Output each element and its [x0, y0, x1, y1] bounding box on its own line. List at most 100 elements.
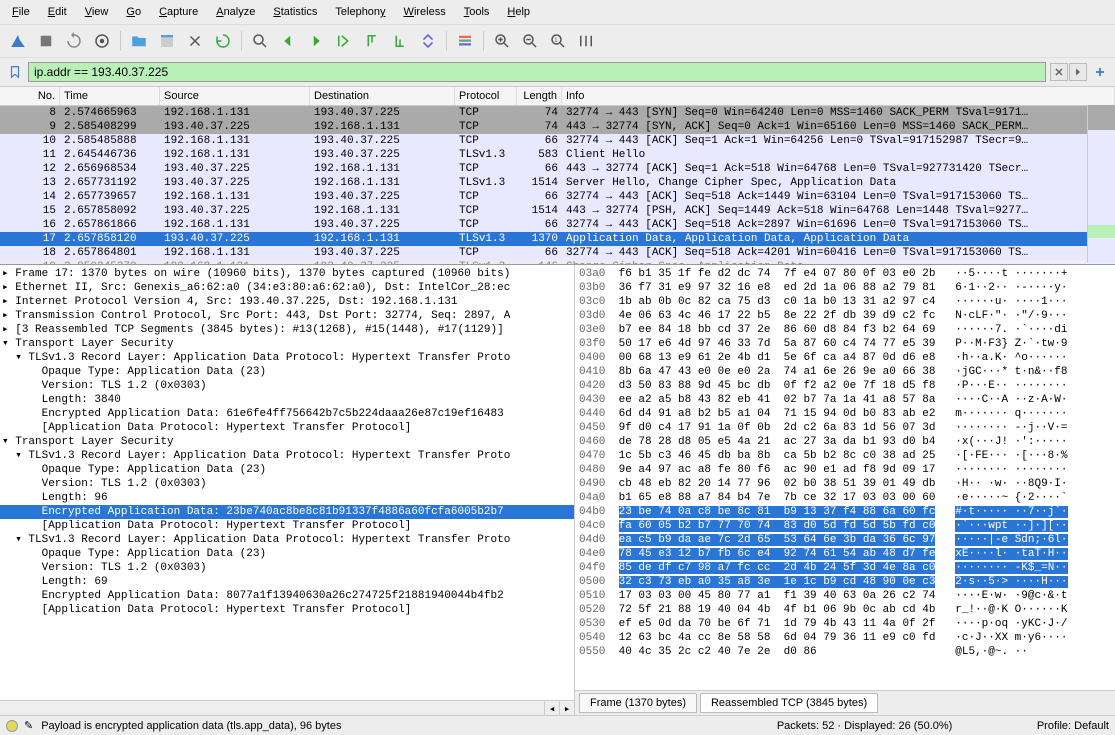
- tree-node[interactable]: ▸ Frame 17: 1370 bytes on wire (10960 bi…: [0, 267, 574, 281]
- stop-capture-button[interactable]: [34, 29, 58, 53]
- colorize-button[interactable]: [453, 29, 477, 53]
- hex-row[interactable]: 0550 40 4c 35 2c c2 40 7e 2e d0 86 @L5,·…: [579, 645, 1111, 659]
- tree-node[interactable]: Encrypted Application Data: 8077a1f13940…: [0, 589, 574, 603]
- go-to-packet-button[interactable]: [332, 29, 356, 53]
- menu-help[interactable]: Help: [499, 3, 538, 21]
- tree-node[interactable]: ▸ [3 Reassembled TCP Segments (3845 byte…: [0, 323, 574, 337]
- hex-row[interactable]: 0450 9f d0 c4 17 91 1a 0f 0b 2d c2 6a 83…: [579, 421, 1111, 435]
- resize-columns-button[interactable]: [574, 29, 598, 53]
- col-no[interactable]: No.: [0, 87, 60, 105]
- tree-node[interactable]: Length: 96: [0, 491, 574, 505]
- shark-fin-icon[interactable]: [6, 29, 30, 53]
- hex-row[interactable]: 03c0 1b ab 0b 0c 82 ca 75 d3 c0 1a b0 13…: [579, 295, 1111, 309]
- expert-info-indicator[interactable]: [6, 720, 18, 732]
- tree-node[interactable]: ▸ Internet Protocol Version 4, Src: 193.…: [0, 295, 574, 309]
- tree-node[interactable]: Length: 3840: [0, 393, 574, 407]
- hex-row[interactable]: 0430 ee a2 a5 b8 43 82 eb 41 02 b7 7a 1a…: [579, 393, 1111, 407]
- tree-node[interactable]: Length: 69: [0, 575, 574, 589]
- display-filter-input[interactable]: [28, 62, 1046, 82]
- go-forward-button[interactable]: [304, 29, 328, 53]
- status-profile[interactable]: Profile: Default: [1037, 720, 1109, 732]
- packet-row[interactable]: 142.657739657192.168.1.131193.40.37.225T…: [0, 190, 1115, 204]
- hex-row[interactable]: 0470 1c 5b c3 46 45 db ba 8b ca 5b b2 8c…: [579, 449, 1111, 463]
- tree-node[interactable]: ▾ TLSv1.3 Record Layer: Application Data…: [0, 449, 574, 463]
- packet-bytes-pane[interactable]: 03a0 f6 b1 35 1f fe d2 dc 74 7f e4 07 80…: [575, 265, 1115, 690]
- hex-row[interactable]: 03f0 50 17 e6 4d 97 46 33 7d 5a 87 60 c4…: [579, 337, 1111, 351]
- hex-row[interactable]: 03a0 f6 b1 35 1f fe d2 dc 74 7f e4 07 80…: [579, 267, 1111, 281]
- filter-apply-button[interactable]: [1069, 63, 1087, 81]
- zoom-out-button[interactable]: [518, 29, 542, 53]
- hex-row[interactable]: 0420 d3 50 83 88 9d 45 bc db 0f f2 a2 0e…: [579, 379, 1111, 393]
- col-info[interactable]: Info: [562, 87, 1115, 105]
- packet-row[interactable]: 172.657858120193.40.37.225192.168.1.131T…: [0, 232, 1115, 246]
- hex-row[interactable]: 04f0 85 de df c7 98 a7 fc cc 2d 4b 24 5f…: [579, 561, 1111, 575]
- capture-options-button[interactable]: [90, 29, 114, 53]
- hex-row[interactable]: 03b0 36 f7 31 e9 97 32 16 e8 ed 2d 1a 06…: [579, 281, 1111, 295]
- hex-row[interactable]: 04e0 78 45 e3 12 b7 fb 6c e4 92 74 61 54…: [579, 547, 1111, 561]
- tree-node[interactable]: ▾ TLSv1.3 Record Layer: Application Data…: [0, 351, 574, 365]
- menu-tools[interactable]: Tools: [456, 3, 498, 21]
- menu-telephony[interactable]: Telephony: [327, 3, 393, 21]
- filter-clear-button[interactable]: [1050, 63, 1068, 81]
- packet-minimap[interactable]: [1087, 105, 1115, 263]
- tree-node[interactable]: ▸ Transmission Control Protocol, Src Por…: [0, 309, 574, 323]
- go-back-button[interactable]: [276, 29, 300, 53]
- restart-capture-button[interactable]: [62, 29, 86, 53]
- zoom-in-button[interactable]: [490, 29, 514, 53]
- hex-row[interactable]: 0460 de 78 28 d8 05 e5 4a 21 ac 27 3a da…: [579, 435, 1111, 449]
- packet-row[interactable]: 152.657858092193.40.37.225192.168.1.131T…: [0, 204, 1115, 218]
- col-len[interactable]: Length: [517, 87, 562, 105]
- tree-node[interactable]: Encrypted Application Data: 23be740ac8be…: [0, 505, 574, 519]
- tree-node[interactable]: ▾ TLSv1.3 Record Layer: Application Data…: [0, 533, 574, 547]
- packet-row[interactable]: 112.645446736192.168.1.131193.40.37.225T…: [0, 148, 1115, 162]
- col-time[interactable]: Time: [60, 87, 160, 105]
- packet-row[interactable]: 102.585485888192.168.1.131193.40.37.225T…: [0, 134, 1115, 148]
- packet-row[interactable]: 182.657864801192.168.1.131193.40.37.225T…: [0, 246, 1115, 260]
- tree-node[interactable]: ▸ Ethernet II, Src: Genexis_a6:62:a0 (34…: [0, 281, 574, 295]
- go-first-button[interactable]: [360, 29, 384, 53]
- hex-row[interactable]: 0480 9e a4 97 ac a8 fe 80 f6 ac 90 e1 ad…: [579, 463, 1111, 477]
- scroll-right-icon[interactable]: ▸: [559, 701, 574, 715]
- tree-node[interactable]: Encrypted Application Data: 61e6fe4ff756…: [0, 407, 574, 421]
- menu-capture[interactable]: Capture: [151, 3, 206, 21]
- tree-node[interactable]: [Application Data Protocol: Hypertext Tr…: [0, 421, 574, 435]
- packet-row[interactable]: 122.656968534193.40.37.225192.168.1.131T…: [0, 162, 1115, 176]
- packet-row[interactable]: 162.657861866192.168.1.131193.40.37.225T…: [0, 218, 1115, 232]
- packet-details-pane[interactable]: ▸ Frame 17: 1370 bytes on wire (10960 bi…: [0, 265, 575, 715]
- hex-row[interactable]: 04b0 23 be 74 0a c8 be 8c 81 b9 13 37 f4…: [579, 505, 1111, 519]
- col-src[interactable]: Source: [160, 87, 310, 105]
- tree-node[interactable]: Version: TLS 1.2 (0x0303): [0, 561, 574, 575]
- packet-row[interactable]: 92.585408299193.40.37.225192.168.1.131TC…: [0, 120, 1115, 134]
- filter-add-button[interactable]: [1091, 63, 1109, 81]
- hex-row[interactable]: 04d0 ea c5 b9 da ae 7c 2d 65 53 64 6e 3b…: [579, 533, 1111, 547]
- save-file-button[interactable]: [155, 29, 179, 53]
- tree-node[interactable]: ▾ Transport Layer Security: [0, 337, 574, 351]
- auto-scroll-button[interactable]: [416, 29, 440, 53]
- tree-h-scrollbar[interactable]: ◂ ▸: [0, 700, 574, 715]
- hex-row[interactable]: 0410 8b 6a 47 43 e0 0e e0 2a 74 a1 6e 26…: [579, 365, 1111, 379]
- find-packet-button[interactable]: [248, 29, 272, 53]
- hex-row[interactable]: 0400 00 68 13 e9 61 2e 4b d1 5e 6f ca a4…: [579, 351, 1111, 365]
- tree-node[interactable]: Version: TLS 1.2 (0x0303): [0, 477, 574, 491]
- col-proto[interactable]: Protocol: [455, 87, 517, 105]
- tree-node[interactable]: Opaque Type: Application Data (23): [0, 365, 574, 379]
- hex-row[interactable]: 04a0 b1 65 e8 88 a7 84 b4 7e 7b ce 32 17…: [579, 491, 1111, 505]
- scroll-left-icon[interactable]: ◂: [544, 701, 559, 715]
- menu-file[interactable]: File: [4, 3, 38, 21]
- hex-row[interactable]: 0540 12 63 bc 4a cc 8e 58 58 6d 04 79 36…: [579, 631, 1111, 645]
- packet-row[interactable]: 192.850245379192.168.1.131193.40.37.225T…: [0, 260, 1115, 264]
- hex-row[interactable]: 04c0 fa 60 05 b2 b7 77 70 74 83 d0 5d fd…: [579, 519, 1111, 533]
- hex-row[interactable]: 0520 72 5f 21 88 19 40 04 4b 4f b1 06 9b…: [579, 603, 1111, 617]
- packet-list-body[interactable]: 82.574665963192.168.1.131193.40.37.225TC…: [0, 106, 1115, 264]
- hex-row[interactable]: 0530 ef e5 0d da 70 be 6f 71 1d 79 4b 43…: [579, 617, 1111, 631]
- hex-row[interactable]: 0440 6d d4 91 a8 b2 b5 a1 04 71 15 94 0d…: [579, 407, 1111, 421]
- tree-node[interactable]: Opaque Type: Application Data (23): [0, 547, 574, 561]
- hex-row[interactable]: 0490 cb 48 eb 82 20 14 77 96 02 b0 38 51…: [579, 477, 1111, 491]
- hex-row[interactable]: 0510 17 03 03 00 45 80 77 a1 f1 39 40 63…: [579, 589, 1111, 603]
- capture-comment-icon[interactable]: ✎: [24, 719, 33, 732]
- menu-view[interactable]: View: [77, 3, 117, 21]
- bytes-tab-frame[interactable]: Frame (1370 bytes): [579, 693, 697, 713]
- bytes-tab-reassembled[interactable]: Reassembled TCP (3845 bytes): [700, 693, 878, 713]
- menu-go[interactable]: Go: [118, 3, 149, 21]
- menu-statistics[interactable]: Statistics: [265, 3, 325, 21]
